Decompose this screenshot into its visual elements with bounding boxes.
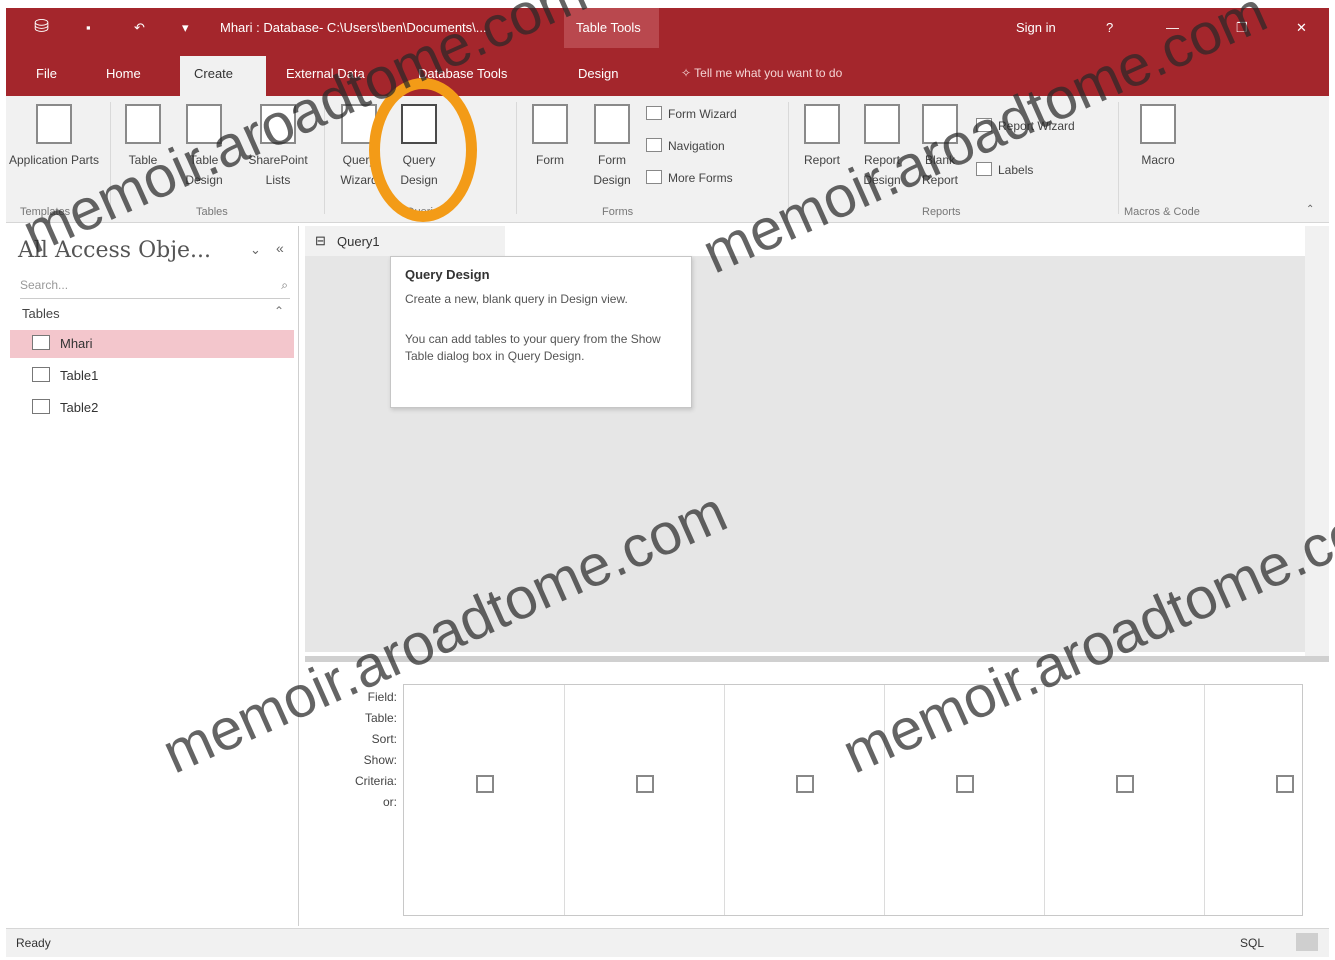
table-icon [32, 367, 50, 382]
group-label-forms: Forms [602, 206, 634, 218]
group-separator [516, 102, 517, 214]
access-logo-icon: ⛁ [34, 16, 50, 36]
show-checkbox[interactable] [1276, 775, 1294, 793]
query-design-grid-pane: Field: Table: Sort: Show: Criteria: or: [305, 664, 1329, 924]
sign-in-link[interactable]: Sign in [1016, 20, 1056, 35]
group-label-tables: Tables [196, 206, 228, 218]
sql-view-button[interactable]: SQL [1240, 936, 1264, 950]
form-wizard-label: Form Wizard [668, 107, 737, 121]
status-bar: Ready SQL [6, 928, 1329, 957]
quick-access-dropdown-icon[interactable]: ▾ [182, 20, 189, 36]
tooltip-title: Query Design [405, 267, 490, 282]
nav-item-label: Table1 [60, 368, 99, 383]
grid-column-divider [724, 685, 725, 915]
form-design-button[interactable]: Form Design [584, 104, 640, 190]
nav-item-table1[interactable]: Table1 [10, 362, 294, 390]
collapse-ribbon-icon[interactable]: ⌃ [1306, 204, 1314, 215]
navigation-button[interactable]: Navigation [646, 138, 725, 153]
nav-section-tables[interactable]: Tables [22, 306, 60, 321]
grid-column-divider [564, 685, 565, 915]
navigation-label: Navigation [668, 139, 725, 153]
show-checkbox[interactable] [1116, 775, 1134, 793]
tooltip-line-2: You can add tables to your query from th… [405, 332, 661, 363]
query-tab-icon: ⊟ [315, 233, 326, 248]
query-design-tooltip: Query Design Create a new, blank query i… [390, 256, 692, 408]
show-checkbox[interactable] [636, 775, 654, 793]
tell-me-box[interactable]: ✧ Tell me what you want to do [681, 66, 842, 80]
report-icon [804, 104, 840, 144]
form-label: Form [536, 153, 564, 167]
shutter-bar-close-icon[interactable]: « [276, 240, 284, 256]
group-label-macros-code: Macros & Code [1124, 206, 1200, 218]
form-button[interactable]: Form [522, 104, 578, 170]
tab-design[interactable]: Design [578, 66, 618, 81]
nav-search-placeholder: Search... [20, 278, 69, 292]
grid-row-label-criteria: Criteria: [354, 774, 397, 788]
status-ready: Ready [16, 936, 51, 950]
show-checkbox[interactable] [956, 775, 974, 793]
macro-button[interactable]: Macro [1130, 104, 1186, 170]
grid-row-label-or: or: [382, 795, 397, 809]
form-wizard-icon [646, 106, 662, 120]
macro-icon [1140, 104, 1176, 144]
application-parts-label: Application Parts [8, 153, 100, 167]
macro-label: Macro [1141, 153, 1175, 167]
form-icon [532, 104, 568, 144]
lightbulb-icon: ✧ [681, 66, 695, 80]
save-icon[interactable]: ▪ [86, 20, 91, 35]
form-wizard-button[interactable]: Form Wizard [646, 106, 737, 121]
show-checkbox[interactable] [476, 775, 494, 793]
more-forms-button[interactable]: More Forms [646, 170, 733, 185]
grid-column-divider [1044, 685, 1045, 915]
help-button[interactable]: ? [1106, 20, 1113, 35]
collapse-section-icon[interactable]: ⌃ [274, 304, 284, 318]
document-tab-query[interactable]: ⊟ Query1 [305, 226, 505, 256]
close-button[interactable]: ✕ [1296, 20, 1307, 36]
form-design-icon [594, 104, 630, 144]
grid-row-label-table: Table: [364, 711, 397, 725]
group-separator [1118, 102, 1119, 214]
table-icon [32, 399, 50, 414]
nav-item-label: Mhari [60, 336, 93, 351]
nav-dropdown-icon[interactable]: ⌄ [250, 242, 261, 258]
navigation-pane: All Access Obje... ⌄ « Search... ⌕ Table… [6, 226, 299, 926]
nav-search-box[interactable]: Search... ⌕ [20, 278, 290, 299]
tab-create[interactable]: Create [180, 56, 266, 96]
labels-label: Labels [998, 163, 1034, 177]
table-icon [125, 104, 161, 144]
nav-item-table2[interactable]: Table2 [10, 394, 294, 422]
search-icon: ⌕ [281, 278, 288, 292]
grid-column-divider [1204, 685, 1205, 915]
nav-item-mhari[interactable]: Mhari [10, 330, 294, 358]
more-forms-icon [646, 170, 662, 184]
undo-icon[interactable]: ↶ [134, 20, 145, 36]
grid-row-label-show: Show: [363, 753, 397, 767]
tell-me-text: Tell me what you want to do [694, 66, 843, 80]
nav-item-label: Table2 [60, 400, 99, 415]
more-forms-label: More Forms [668, 171, 733, 185]
navigation-icon [646, 138, 662, 152]
document-tab-label: Query1 [337, 234, 380, 249]
group-label-reports: Reports [922, 206, 961, 218]
tab-home[interactable]: Home [106, 66, 141, 81]
upper-vertical-scrollbar[interactable] [1305, 226, 1329, 656]
form-design-label: Form Design [593, 153, 631, 187]
application-parts-button[interactable]: Application Parts [8, 104, 100, 170]
table-icon [32, 335, 50, 350]
tooltip-line-1: Create a new, blank query in Design view… [405, 292, 628, 306]
grid-row-label-sort: Sort: [371, 732, 397, 746]
tab-file[interactable]: File [36, 66, 57, 81]
show-checkbox[interactable] [796, 775, 814, 793]
application-parts-icon [36, 104, 72, 144]
design-view-icon[interactable] [1296, 933, 1318, 951]
